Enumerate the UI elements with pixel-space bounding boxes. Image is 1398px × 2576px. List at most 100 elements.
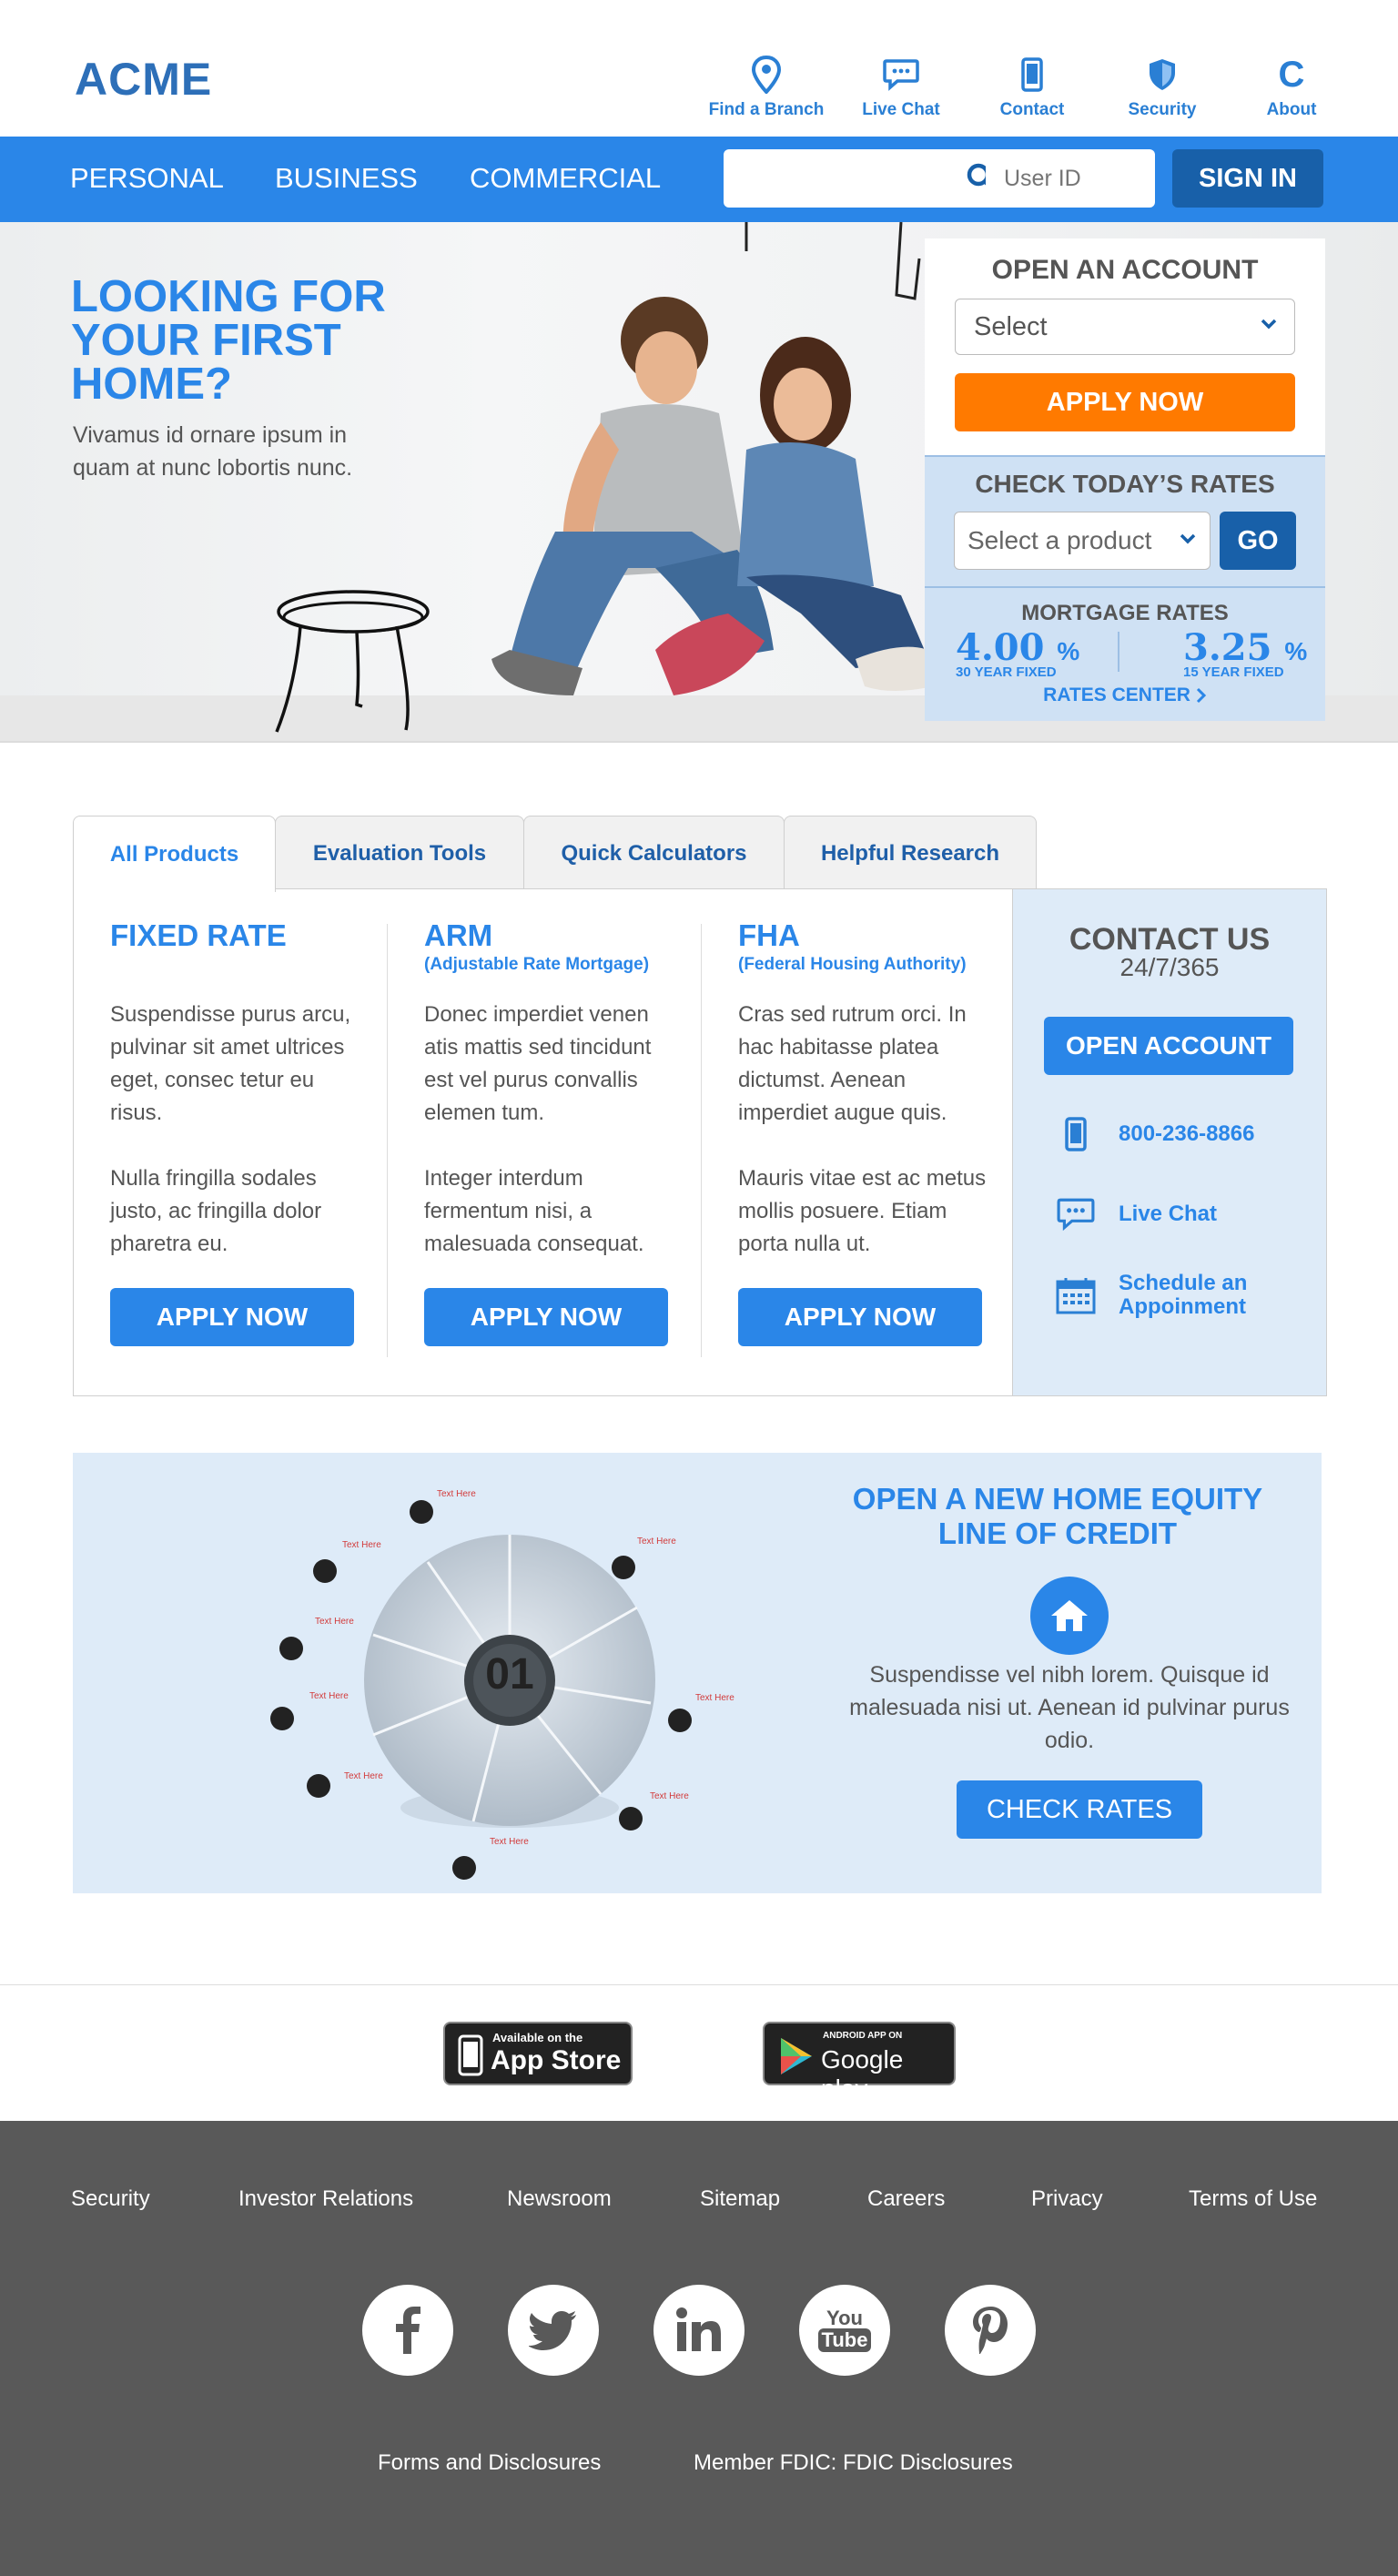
product-title: FIXED RATE <box>110 918 287 952</box>
product-para-2: Nulla fringilla sodales justo, ac fringi… <box>110 1166 322 1256</box>
google-big-text: Google play <box>821 2045 904 2103</box>
tab-all-products[interactable]: All Products <box>73 816 276 892</box>
equity-text: Suspendisse vel nibh lorem. Quisque id m… <box>849 1662 1290 1753</box>
hero-subtitle: Vivamus id ornare ipsum in quam at nunc … <box>73 422 353 481</box>
apply-now-button[interactable]: APPLY NOW <box>738 1288 982 1346</box>
user-id-input[interactable] <box>1004 162 1140 195</box>
logo[interactable]: ACME <box>75 53 212 106</box>
apply-now-button[interactable]: APPLY NOW <box>110 1288 354 1346</box>
footer-link-terms[interactable]: Terms of Use <box>1189 2186 1317 2212</box>
nav-business[interactable]: BUSINESS <box>275 162 418 195</box>
footer-link-investor-relations[interactable]: Investor Relations <box>238 2186 413 2212</box>
footer-forms-disclosures[interactable]: Forms and Disclosures <box>378 2450 601 2476</box>
app-store-badge[interactable]: Available on the App Store <box>443 2022 633 2085</box>
sign-in-button[interactable]: SIGN IN <box>1172 149 1323 208</box>
product-description: Donec imperdiet venen atis mattis sed ti… <box>424 999 679 1261</box>
footer-link-newsroom[interactable]: Newsroom <box>507 2186 612 2212</box>
nav-commercial[interactable]: COMMERCIAL <box>470 162 661 195</box>
open-account-button[interactable]: OPEN ACCOUNT <box>1044 1017 1293 1075</box>
product-description: Cras sed rutrum orci. In hac habitasse p… <box>738 999 993 1261</box>
check-rates-button[interactable]: CHECK RATES <box>957 1780 1202 1839</box>
contact-chat-label: Live Chat <box>1119 1202 1218 1226</box>
rates-center-label: RATES CENTER <box>1043 685 1190 705</box>
divider <box>1118 632 1119 672</box>
chat-bubble-icon <box>1055 1193 1097 1235</box>
contact-schedule[interactable]: Schedule an Appoinment <box>1055 1272 1273 1319</box>
infographic-label: Text Here <box>637 1536 676 1547</box>
rate-15-year: 3.25 % <box>1183 626 1307 669</box>
rates-center-link[interactable]: RATES CENTER <box>925 685 1325 706</box>
infographic-label: Text Here <box>695 1693 734 1703</box>
go-button[interactable]: GO <box>1220 512 1296 570</box>
footer-link-careers[interactable]: Careers <box>867 2186 945 2212</box>
contact-link[interactable]: Contact <box>964 55 1100 120</box>
hero-title: LOOKING FOR YOUR FIRST HOME? <box>71 272 386 409</box>
about-link[interactable]: C About <box>1223 55 1360 120</box>
check-rates-title: CHECK TODAY’S RATES <box>975 470 1275 498</box>
infographic-label: Text Here <box>650 1791 689 1801</box>
rate-15-label: 15 YEAR FIXED <box>1183 664 1284 680</box>
site-footer: Security Investor Relations Newsroom Sit… <box>0 2121 1398 2576</box>
home-equity-banner: 01 Text Here Text Here Text Here Text He… <box>73 1453 1322 1893</box>
product-description: Suspendisse purus arcu, pulvinar sit ame… <box>110 999 365 1261</box>
footer-link-sitemap[interactable]: Sitemap <box>700 2186 780 2212</box>
product-para-2: Mauris vitae est ac metus mollis posuere… <box>738 1166 987 1256</box>
product-fha: FHA (Federal Housing Authority) Cras sed… <box>702 889 1016 1395</box>
google-small-text: ANDROID APP ON <box>823 2031 903 2041</box>
footer-fdic-disclosures[interactable]: Member FDIC: FDIC Disclosures <box>694 2450 1013 2476</box>
open-account-panel: OPEN AN ACCOUNT Select APPLY NOW <box>925 238 1325 457</box>
facebook-icon[interactable] <box>362 2285 453 2376</box>
phone-icon <box>1012 55 1052 95</box>
infographic-label: Text Here <box>342 1540 381 1550</box>
c-icon: C <box>1278 54 1305 95</box>
product-para-1: Cras sed rutrum orci. In hac habitasse p… <box>738 1002 967 1125</box>
calendar-icon <box>1055 1274 1097 1316</box>
youtube-icon[interactable]: You Tube <box>799 2285 890 2376</box>
twitter-icon[interactable] <box>508 2285 599 2376</box>
apply-now-button[interactable]: APPLY NOW <box>424 1288 668 1346</box>
nav-personal[interactable]: PERSONAL <box>70 162 224 195</box>
main-nav: PERSONAL BUSINESS COMMERCIAL SIGN IN <box>0 137 1398 222</box>
tab-quick-calculators[interactable]: Quick Calculators <box>523 816 785 890</box>
find-branch-link[interactable]: Find a Branch <box>698 55 835 120</box>
product-subtitle: (Federal Housing Authority) <box>738 955 967 974</box>
rate-30-unit: % <box>1057 637 1080 665</box>
sketch-table <box>275 590 430 733</box>
site-header: ACME Find a Branch Live Chat Contact Sec… <box>0 0 1398 137</box>
youtube-glyph-bottom: Tube <box>817 2328 872 2352</box>
product-para-1: Suspendisse purus arcu, pulvinar sit ame… <box>110 1002 351 1125</box>
google-play-badge[interactable]: ANDROID APP ON Google play <box>763 2022 956 2103</box>
map-pin-icon <box>746 55 786 95</box>
search-box <box>724 149 1013 208</box>
infographic-label: Text Here <box>437 1489 476 1499</box>
account-type-select[interactable]: Select <box>955 299 1295 355</box>
infographic-label: Text Here <box>344 1771 383 1781</box>
live-chat-link[interactable]: Live Chat <box>833 55 969 120</box>
chevron-down-icon <box>1260 318 1278 330</box>
footer-link-privacy[interactable]: Privacy <box>1031 2186 1103 2212</box>
contact-live-chat[interactable]: Live Chat <box>1055 1193 1217 1235</box>
contact-schedule-label: Schedule an Appoinment <box>1119 1271 1248 1319</box>
hero-couple-photo <box>491 297 933 695</box>
equity-title: OPEN A NEW HOME EQUITY LINE OF CREDIT <box>852 1482 1263 1550</box>
linkedin-icon[interactable] <box>653 2285 745 2376</box>
rate-15-unit: % <box>1284 637 1308 665</box>
footer-link-security[interactable]: Security <box>71 2186 150 2212</box>
chat-bubble-icon <box>881 55 921 95</box>
contact-phone[interactable]: 800-236-8866 <box>1055 1113 1254 1155</box>
user-id-box <box>986 149 1155 208</box>
tab-helpful-research[interactable]: Helpful Research <box>784 816 1037 890</box>
rate-30-label: 30 YEAR FIXED <box>956 664 1057 680</box>
product-select[interactable]: Select a product <box>954 512 1211 570</box>
contact-panel: CONTACT US 24/7/365 OPEN ACCOUNT 800-236… <box>1012 888 1327 1396</box>
app-store-big-text: App Store <box>491 2045 622 2075</box>
infographic-label: Text Here <box>490 1837 529 1847</box>
infographic-number: 01 <box>485 1650 534 1699</box>
search-input[interactable] <box>738 162 957 195</box>
contact-phone-label: 800-236-8866 <box>1119 1121 1255 1146</box>
live-chat-label: Live Chat <box>862 100 940 119</box>
pinterest-icon[interactable] <box>945 2285 1036 2376</box>
security-link[interactable]: Security <box>1094 55 1231 120</box>
tab-evaluation-tools[interactable]: Evaluation Tools <box>275 816 524 890</box>
apply-now-button[interactable]: APPLY NOW <box>955 373 1295 431</box>
